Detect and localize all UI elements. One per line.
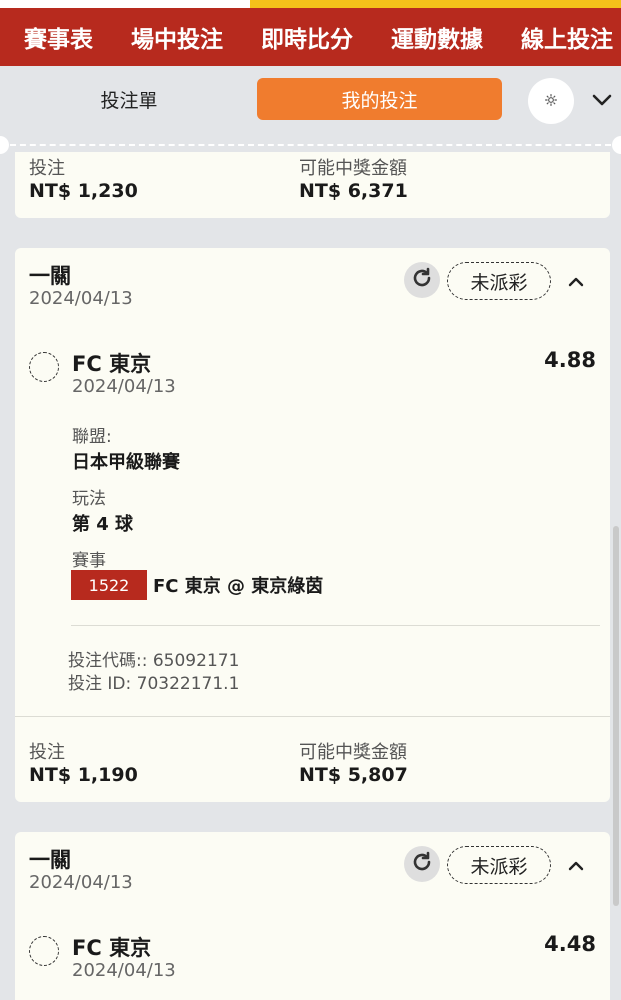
bet-date: 2024/04/13 xyxy=(29,872,133,893)
divider xyxy=(15,716,610,717)
league-label: 聯盟: xyxy=(72,427,112,447)
chevron-down-icon xyxy=(592,91,612,110)
payout-label: 可能中獎金額 xyxy=(299,158,407,179)
selection-radio[interactable] xyxy=(29,936,59,966)
scrollbar[interactable] xyxy=(613,526,619,906)
collapse-sheet-button[interactable] xyxy=(590,88,614,112)
market-label: 玩法 xyxy=(72,489,106,509)
tab-my-bets[interactable]: 我的投注 xyxy=(257,78,502,120)
collapse-card-button[interactable] xyxy=(565,270,587,292)
status-badge: 未派彩 xyxy=(447,262,551,300)
collapse-card-button[interactable] xyxy=(565,854,587,876)
bet-id: 投注 ID: 70322171.1 xyxy=(68,674,240,694)
league-value: 日本甲級聯賽 xyxy=(72,452,180,473)
chevron-up-icon xyxy=(568,272,584,291)
selection-odds: 4.88 xyxy=(544,348,596,372)
nav-tab-live-betting[interactable]: 場中投注 xyxy=(131,20,223,54)
stake-value: NT$ 1,190 xyxy=(29,764,138,786)
event-label: 賽事 xyxy=(72,551,106,571)
nav-tabs: 賽事表 場中投注 即時比分 運動數據 線上投注 xyxy=(0,8,621,66)
selection-radio[interactable] xyxy=(29,352,59,382)
top-nav: 賽事表 場中投注 即時比分 運動數據 線上投注 xyxy=(0,0,621,66)
bet-type-title: 一關 xyxy=(29,848,71,872)
stake-value: NT$ 1,230 xyxy=(29,180,138,202)
refresh-icon xyxy=(410,266,434,294)
market-value: 第 4 球 xyxy=(72,514,134,535)
bet-card: 一關 2024/04/13 未派彩 FC 東京 4.88 2024/04/13 … xyxy=(15,248,610,802)
selection-team: FC 東京 xyxy=(72,352,152,376)
event-code-badge: 1522 xyxy=(71,570,147,600)
bet-code: 投注代碼:: 65092171 xyxy=(68,651,240,671)
stake-label: 投注 xyxy=(29,742,65,763)
chevron-up-icon xyxy=(568,856,584,875)
selection-date: 2024/04/13 xyxy=(72,376,176,397)
event-row: 1522 FC 東京 @ 東京綠茵 xyxy=(71,570,323,600)
bet-date: 2024/04/13 xyxy=(29,288,133,309)
segment-bar: 投注單 我的投注 xyxy=(0,66,621,138)
refresh-icon xyxy=(410,850,434,878)
payout-value: NT$ 6,371 xyxy=(299,180,408,202)
payout-label: 可能中獎金額 xyxy=(299,742,407,763)
bet-sheet: 投注單 我的投注 投注 NT$ 1,230 可能中獎金額 NT$ 6,371 一 xyxy=(0,66,621,1000)
nav-tab-sports-data[interactable]: 運動數據 xyxy=(391,20,483,54)
payout-value: NT$ 5,807 xyxy=(299,764,408,786)
tab-bet-slip[interactable]: 投注單 xyxy=(18,78,240,120)
settings-button[interactable] xyxy=(528,78,574,124)
bet-card: 一關 2024/04/13 未派彩 FC 東京 4.48 2024/04/13 xyxy=(15,832,610,1000)
refresh-button[interactable] xyxy=(404,846,440,882)
selection-date: 2024/04/13 xyxy=(72,960,176,981)
stake-label: 投注 xyxy=(29,158,65,179)
bet-type-title: 一關 xyxy=(29,264,71,288)
divider xyxy=(71,625,600,626)
refresh-button[interactable] xyxy=(404,262,440,298)
bet-card-previous: 投注 NT$ 1,230 可能中獎金額 NT$ 6,371 xyxy=(15,152,610,218)
nav-tab-live-scores[interactable]: 即時比分 xyxy=(261,20,353,54)
event-name: FC 東京 @ 東京綠茵 xyxy=(153,576,324,597)
nav-tab-online-betting[interactable]: 線上投注 xyxy=(521,20,613,54)
selection-team: FC 東京 xyxy=(72,936,152,960)
nav-tab-schedule[interactable]: 賽事表 xyxy=(24,20,93,54)
status-badge: 未派彩 xyxy=(447,846,551,884)
selection-odds: 4.48 xyxy=(544,932,596,956)
gear-icon xyxy=(544,92,558,111)
top-stripe xyxy=(0,0,621,8)
dotted-divider xyxy=(0,136,621,154)
